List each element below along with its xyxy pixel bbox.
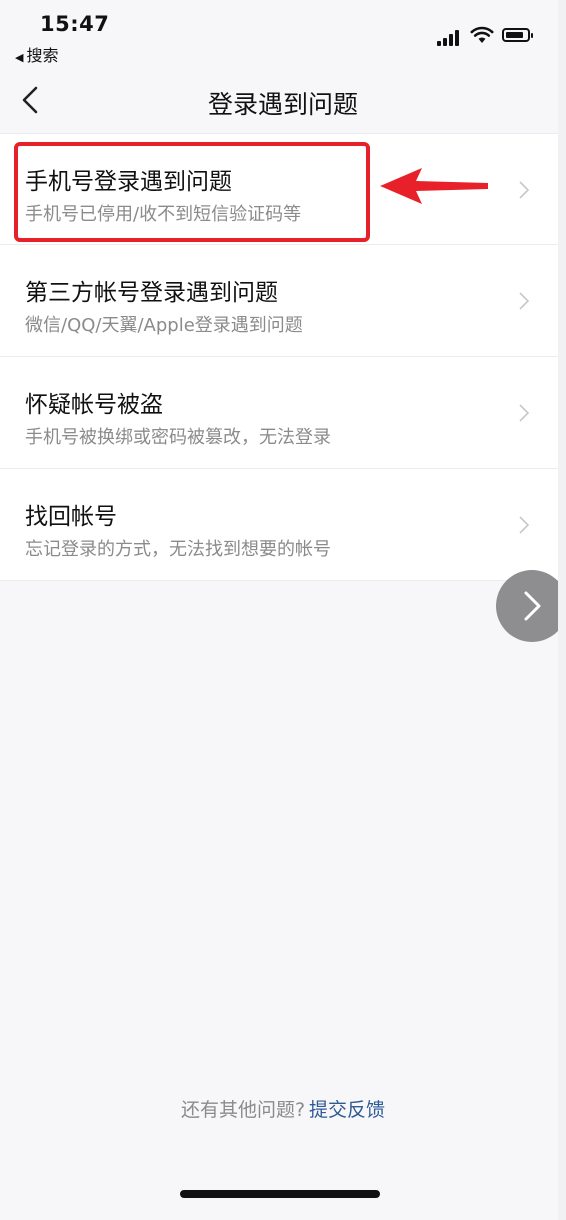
cellular-signal-icon [437,30,461,46]
menu-item-title: 找回帐号 [25,504,117,530]
chevron-right-icon [519,404,530,422]
navigation-bar: 登录遇到问题 [0,70,566,132]
menu-item-account-stolen[interactable]: 怀疑帐号被盗 手机号被换绑或密码被篡改，无法登录 [0,357,558,469]
back-triangle-icon: ◀ [15,51,24,64]
wifi-icon [470,26,494,43]
menu-item-title: 第三方帐号登录遇到问题 [25,280,278,306]
menu-item-subtitle: 手机号被换绑或密码被篡改，无法登录 [25,427,331,448]
menu-item-third-party-login[interactable]: 第三方帐号登录遇到问题 微信/QQ/天翼/Apple登录遇到问题 [0,245,558,357]
menu-item-subtitle: 忘记登录的方式，无法找到想要的帐号 [25,539,331,560]
battery-icon [502,28,533,42]
status-time: 15:47 [40,12,110,36]
chevron-right-icon [519,181,530,199]
status-bar: 15:47 ◀ 搜索 [0,0,566,70]
submit-feedback-link[interactable]: 提交反馈 [309,1099,385,1121]
menu-item-title: 手机号登录遇到问题 [25,169,232,195]
chevron-right-icon [519,292,530,310]
menu-item-recover-account[interactable]: 找回帐号 忘记登录的方式，无法找到想要的帐号 [0,469,558,581]
back-to-app-link[interactable]: ◀ 搜索 [15,42,58,66]
floating-next-button[interactable] [496,570,566,642]
page-title: 登录遇到问题 [207,90,358,119]
menu-item-subtitle: 手机号已停用/收不到短信验证码等 [25,204,302,225]
home-indicator[interactable] [180,1190,380,1198]
red-arrow-icon [380,168,488,204]
right-edge-strip [558,0,566,1220]
feedback-footer: 还有其他问题? 提交反馈 [0,1095,566,1122]
menu-item-title: 怀疑帐号被盗 [25,392,163,418]
menu-item-subtitle: 微信/QQ/天翼/Apple登录遇到问题 [25,315,303,336]
back-to-app-label: 搜索 [26,46,59,65]
chevron-right-icon [524,591,541,621]
chevron-right-icon [519,516,530,534]
footer-label: 还有其他问题? [180,1099,306,1121]
